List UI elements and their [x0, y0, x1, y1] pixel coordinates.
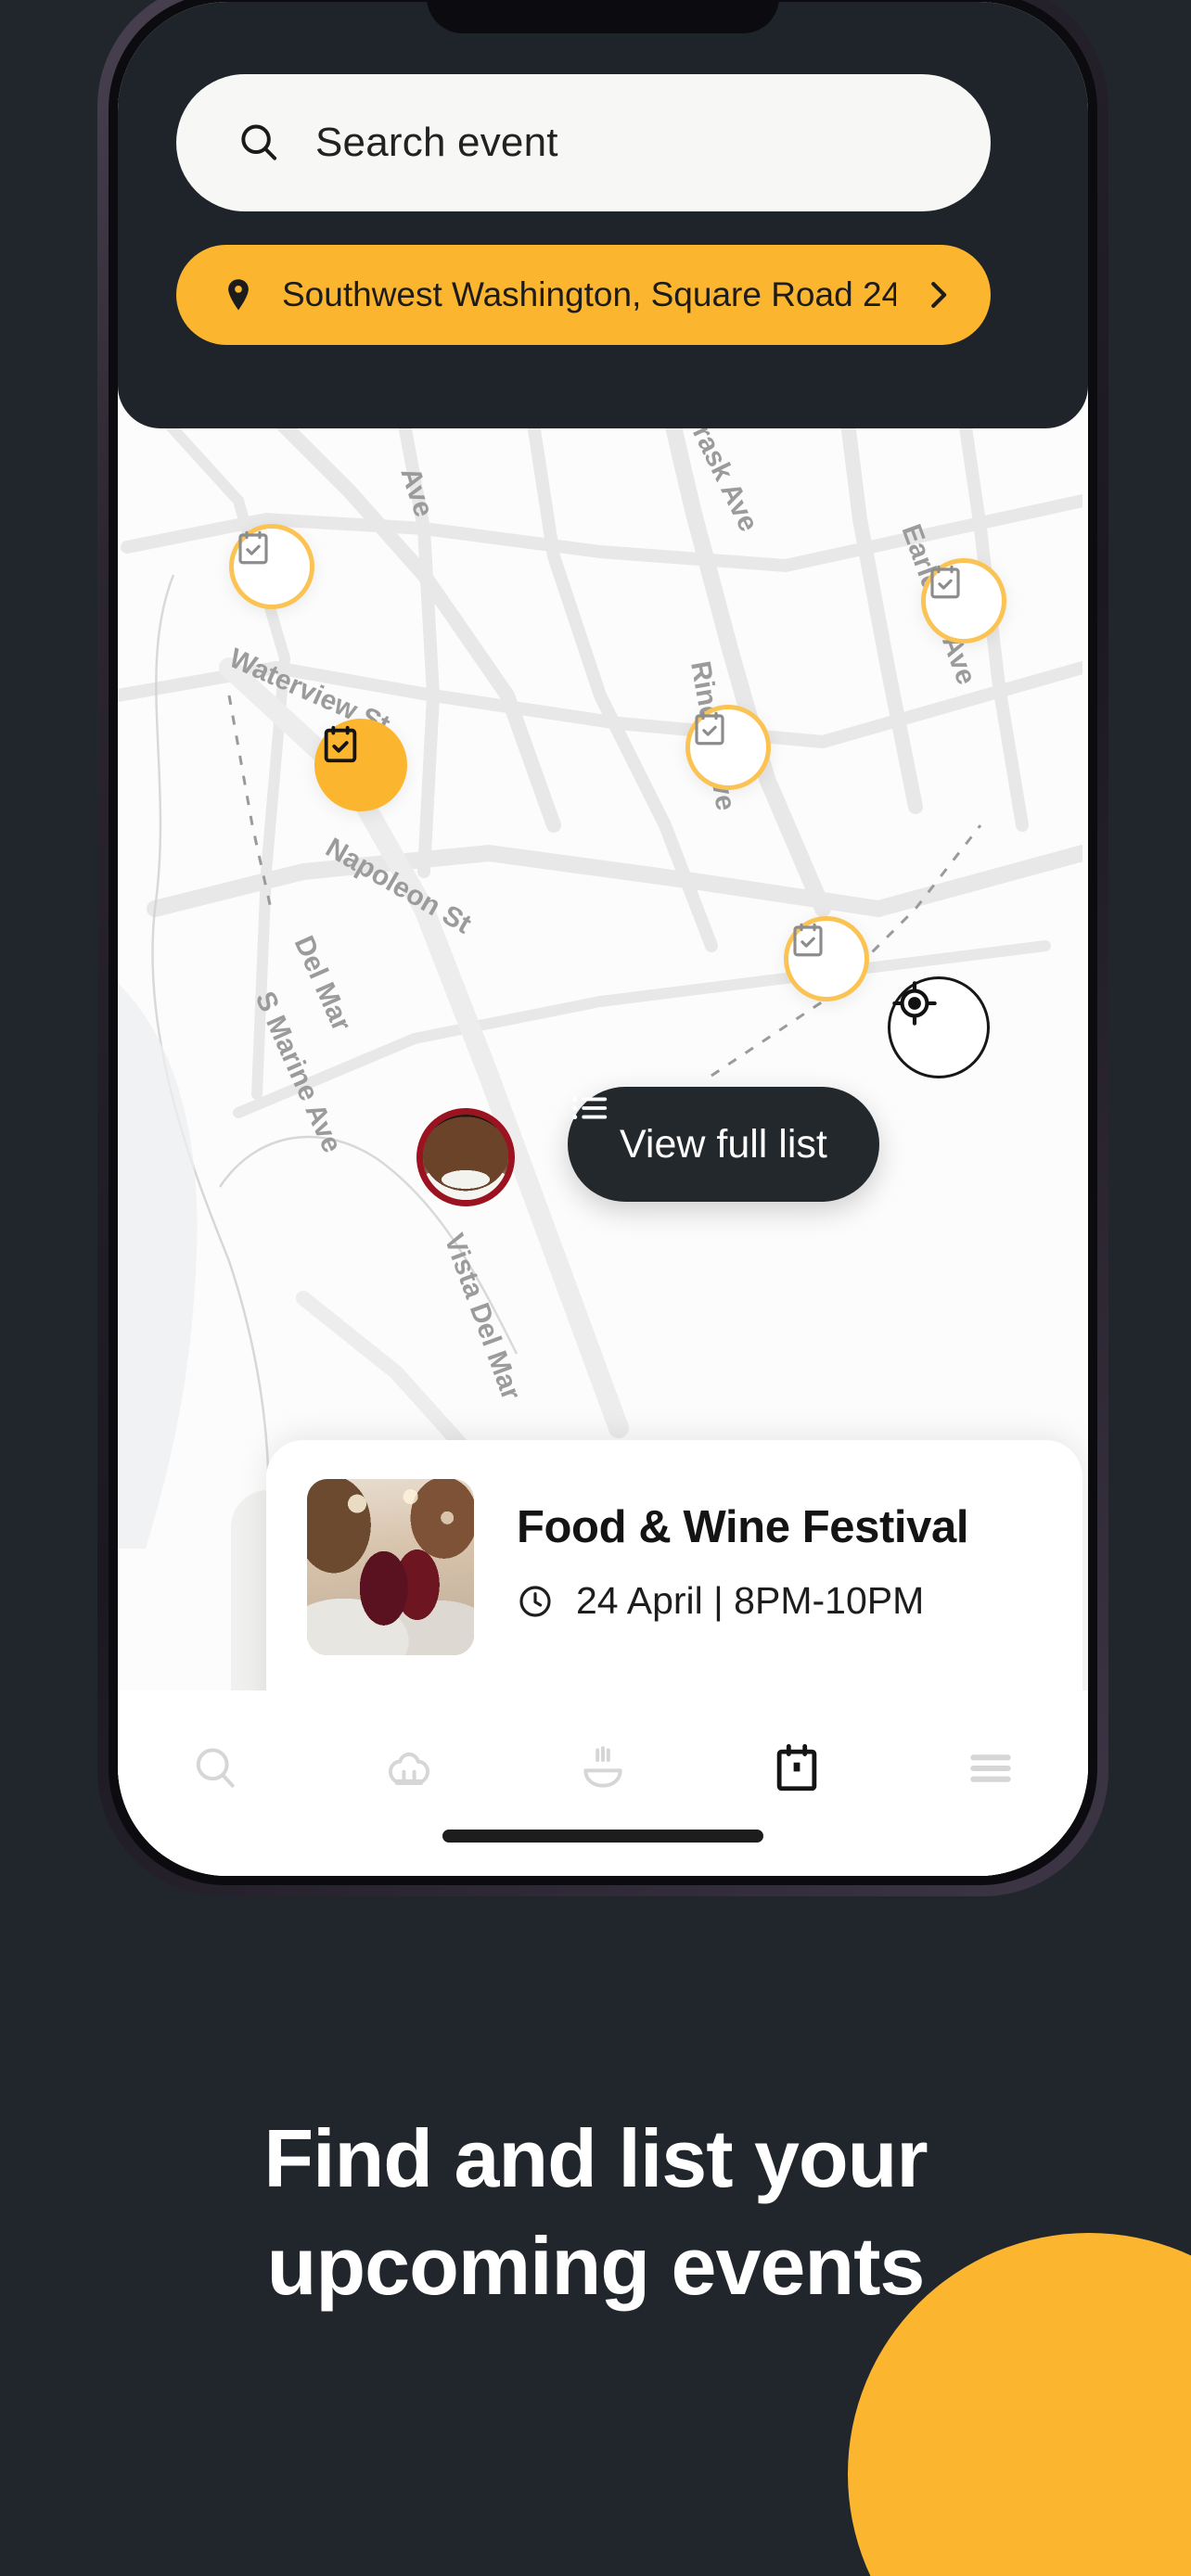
- view-full-list-label: View full list: [620, 1121, 827, 1167]
- calendar-check-icon: [238, 530, 268, 565]
- event-time-row: 24 April | 8PM-10PM: [517, 1579, 1042, 1623]
- event-card-info: Food & Wine Festival 24 April | 8PM-10PM: [517, 1479, 1042, 1655]
- chef-hat-icon: [388, 1752, 429, 1785]
- location-selector[interactable]: Southwest Washington, Square Road 24...: [176, 245, 991, 345]
- tab-dish[interactable]: [506, 1722, 699, 1815]
- hamburger-icon: [970, 1754, 1012, 1782]
- promo-headline: Find and list your upcoming events: [0, 2105, 1191, 2320]
- search-input[interactable]: Search event: [315, 120, 558, 166]
- search-bar[interactable]: Search event: [176, 74, 991, 211]
- event-card-top: Food & Wine Festival 24 April | 8PM-10PM: [307, 1479, 1042, 1655]
- svg-text:Del Mar: Del Mar: [288, 931, 357, 1036]
- location-value: Southwest Washington, Square Road 24...: [282, 275, 896, 313]
- phone-frame: Ave Trask Ave Earldom Ave Waterview St N…: [97, 0, 1108, 1896]
- tab-search[interactable]: [118, 1722, 312, 1815]
- tab-events[interactable]: [700, 1722, 894, 1815]
- event-time: 24 April | 8PM-10PM: [576, 1579, 925, 1622]
- crosshair-icon: [892, 981, 937, 1026]
- svg-text:Ave: Ave: [394, 464, 439, 520]
- locate-me-button[interactable]: [888, 976, 990, 1078]
- promo-headline-line-1: Find and list your: [263, 2112, 928, 2204]
- map-marker-4[interactable]: [685, 705, 771, 790]
- app-header: Search event Southwest Washington, Squar…: [118, 2, 1088, 428]
- calendar-check-icon: [930, 565, 960, 599]
- map-marker-2[interactable]: [921, 558, 1006, 644]
- phone-screen: Ave Trask Ave Earldom Ave Waterview St N…: [118, 2, 1088, 1876]
- calendar-check-icon: [793, 923, 823, 957]
- view-full-list-button[interactable]: View full list: [568, 1087, 879, 1202]
- tab-chef[interactable]: [312, 1722, 506, 1815]
- search-icon: [241, 124, 277, 160]
- calendar-check-icon: [324, 725, 357, 763]
- map-marker-1[interactable]: [229, 524, 314, 609]
- home-indicator: [442, 1830, 763, 1843]
- map-marker-3-active[interactable]: [314, 719, 407, 811]
- phone-bezel: Ave Trask Ave Earldom Ave Waterview St N…: [109, 0, 1097, 1885]
- event-thumbnail-image: [307, 1479, 474, 1655]
- food-dome-icon: [583, 1746, 622, 1788]
- phone-mockup: Ave Trask Ave Earldom Ave Waterview St N…: [97, 0, 1108, 1910]
- event-title: Food & Wine Festival: [517, 1502, 969, 1552]
- svg-text:Vista Del Mar: Vista Del Mar: [438, 1230, 526, 1404]
- phone-notch: [427, 2, 779, 33]
- user-avatar-pin[interactable]: [416, 1108, 515, 1206]
- clock-icon: [519, 1585, 551, 1617]
- calendar-check-icon: [695, 711, 724, 746]
- search-icon: [196, 1748, 235, 1788]
- list-icon: [572, 1096, 608, 1120]
- event-thumbnail: [307, 1479, 474, 1655]
- promo-headline-line-2: upcoming events: [266, 2220, 926, 2313]
- bottom-tab-bar: [118, 1690, 1088, 1876]
- map-marker-5[interactable]: [784, 916, 869, 1001]
- map-pin-icon: [228, 279, 249, 311]
- tab-menu[interactable]: [894, 1722, 1088, 1815]
- avatar: [423, 1115, 508, 1200]
- chevron-right-icon: [931, 282, 947, 308]
- calendar-icon: [776, 1743, 817, 1792]
